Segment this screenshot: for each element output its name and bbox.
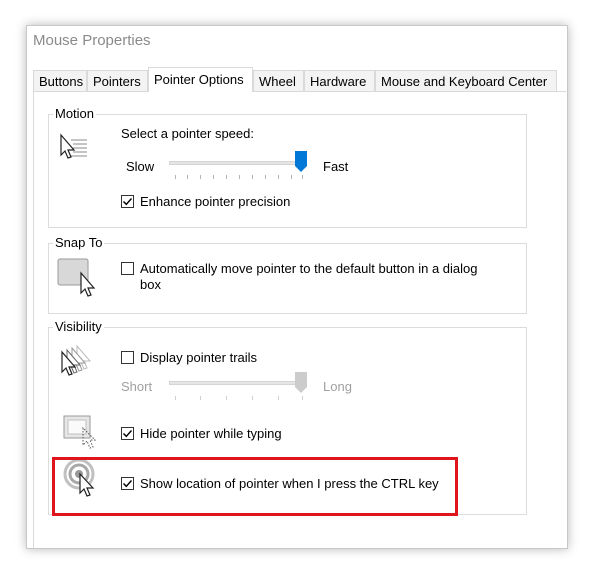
- checkmark-icon: [123, 198, 133, 206]
- visibility-legend: Visibility: [53, 319, 104, 334]
- pointer-speed-slider[interactable]: [169, 161, 304, 165]
- pointer-trails-checkbox[interactable]: [121, 351, 134, 364]
- snap-to-label-line1[interactable]: Automatically move pointer to the defaul…: [140, 261, 478, 276]
- trail-length-ticks: [175, 396, 303, 401]
- long-label: Long: [323, 379, 352, 394]
- snap-to-icon: [57, 258, 96, 297]
- tab-wheel[interactable]: Wheel: [253, 70, 304, 91]
- snap-to-checkbox[interactable]: [121, 262, 134, 275]
- hide-pointer-checkbox[interactable]: [121, 427, 134, 440]
- pointer-trails-icon: [61, 344, 92, 376]
- motion-group: Motion Select a pointer speed: Slow Fast: [48, 106, 527, 228]
- trail-length-thumb[interactable]: [295, 372, 307, 393]
- annotation-highlight-box: [52, 457, 458, 516]
- pointer-speed-icon: [60, 133, 87, 159]
- tab-strip: Buttons Pointers Pointer Options Wheel H…: [33, 67, 567, 92]
- tab-pointers[interactable]: Pointers: [87, 70, 148, 91]
- enhance-precision-label[interactable]: Enhance pointer precision: [140, 194, 290, 209]
- enhance-precision-checkbox[interactable]: [121, 195, 134, 208]
- snap-to-label-line2[interactable]: box: [140, 277, 161, 292]
- tab-mouse-keyboard-center[interactable]: Mouse and Keyboard Center: [375, 70, 557, 91]
- checkmark-icon: [123, 430, 133, 438]
- window-title: Mouse Properties: [33, 32, 151, 49]
- tab-hardware[interactable]: Hardware: [304, 70, 375, 91]
- pointer-speed-ticks: [175, 175, 303, 180]
- title-bar[interactable]: Mouse Properties: [27, 26, 567, 58]
- pointer-trails-label[interactable]: Display pointer trails: [140, 350, 257, 365]
- fast-label: Fast: [323, 159, 349, 174]
- motion-legend: Motion: [53, 106, 97, 121]
- trail-length-slider[interactable]: [169, 381, 304, 385]
- pointer-speed-thumb[interactable]: [295, 151, 307, 172]
- tab-buttons[interactable]: Buttons: [33, 70, 87, 91]
- snap-to-group: Snap To Automatically move pointer to th…: [48, 235, 527, 314]
- pointer-speed-label: Select a pointer speed:: [121, 126, 254, 141]
- tab-pointer-options[interactable]: Pointer Options: [148, 67, 253, 92]
- snap-to-legend: Snap To: [53, 235, 105, 250]
- short-label: Short: [121, 379, 153, 394]
- hide-pointer-label[interactable]: Hide pointer while typing: [140, 426, 282, 441]
- slow-label: Slow: [126, 159, 155, 174]
- hide-pointer-icon: [63, 415, 97, 449]
